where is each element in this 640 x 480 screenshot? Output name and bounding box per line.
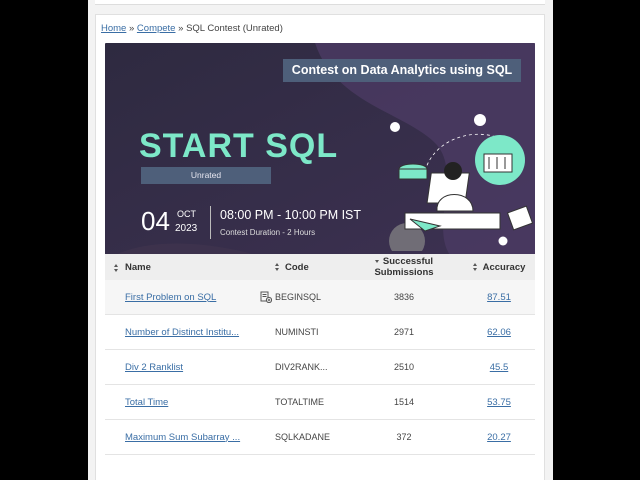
- sort-icon: [472, 262, 478, 271]
- contest-year: 2023: [175, 223, 198, 234]
- banner-headline: START SQL: [139, 127, 339, 165]
- breadcrumb-separator: »: [128, 23, 135, 34]
- breadcrumb-current: SQL Contest (Unrated): [186, 23, 283, 34]
- previous-panel-edge: [95, 0, 545, 5]
- accuracy-link[interactable]: 53.75: [487, 397, 511, 408]
- successful-submissions: 372: [396, 432, 412, 442]
- successful-submissions: 2510: [393, 362, 415, 372]
- accuracy-link[interactable]: 20.27: [487, 432, 511, 443]
- unrated-badge: Unrated: [141, 167, 271, 184]
- breadcrumb-compete-link[interactable]: Compete: [137, 23, 176, 34]
- problem-link[interactable]: Maximum Sum Subarray ...: [125, 432, 240, 443]
- contest-banner: Contest on Data Analytics using SQL STAR…: [105, 43, 535, 261]
- column-header-submissions[interactable]: Successful Submissions: [345, 256, 463, 278]
- browser-viewport: Home » Compete » SQL Contest (Unrated) C…: [88, 0, 553, 480]
- date-divider: [210, 206, 211, 239]
- problem-code: SQLKADANE: [275, 432, 331, 442]
- sort-icon: [114, 263, 119, 272]
- problem-code: NUMINSTI: [275, 327, 319, 337]
- successful-submissions: 2971: [393, 327, 415, 337]
- problem-link[interactable]: Div 2 Ranklist: [125, 362, 183, 373]
- column-header-accuracy[interactable]: Accuracy: [463, 262, 535, 273]
- accuracy-link[interactable]: 87.51: [487, 292, 511, 303]
- table-row: Maximum Sum Subarray ... SQLKADANE 372 2…: [105, 420, 535, 455]
- accuracy-link[interactable]: 45.5: [490, 362, 509, 373]
- table-row: Total Time TOTALTIME 1514 53.75: [105, 385, 535, 420]
- add-to-list-icon[interactable]: [260, 291, 275, 304]
- problem-code: DIV2RANK...: [275, 362, 328, 372]
- problem-link[interactable]: Number of Distinct Institu...: [125, 327, 239, 338]
- successful-submissions: 1514: [393, 397, 415, 407]
- contest-day: 04: [141, 206, 170, 236]
- table-header: Name Code Successful Submissions Accurac…: [105, 254, 535, 280]
- table-row: Div 2 Ranklist DIV2RANK... 2510 45.5: [105, 350, 535, 385]
- table-row: Number of Distinct Institu... NUMINSTI 2…: [105, 315, 535, 350]
- successful-submissions: 3836: [393, 292, 415, 302]
- breadcrumb-separator: »: [178, 23, 184, 34]
- problem-link[interactable]: Total Time: [125, 397, 168, 408]
- contest-month: OCT: [177, 209, 196, 219]
- contest-duration: Contest Duration - 2 Hours: [220, 228, 316, 237]
- column-header-code[interactable]: Code: [275, 262, 345, 273]
- accuracy-link[interactable]: 62.06: [487, 327, 511, 338]
- table-row: First Problem on SQL BEGINSQL 3836 87.51: [105, 280, 535, 315]
- problem-code: BEGINSQL: [275, 292, 322, 302]
- sort-desc-icon: [374, 259, 379, 263]
- sort-icon: [275, 262, 280, 271]
- breadcrumb-home-link[interactable]: Home: [101, 23, 126, 34]
- banner-title: Contest on Data Analytics using SQL: [283, 59, 521, 82]
- problems-table: Name Code Successful Submissions Accurac…: [105, 254, 535, 455]
- contest-time: 08:00 PM - 10:00 PM IST: [220, 208, 362, 222]
- breadcrumb: Home » Compete » SQL Contest (Unrated): [101, 23, 283, 34]
- problem-code: TOTALTIME: [275, 397, 325, 407]
- programmer-illustration: [389, 114, 534, 251]
- problem-link[interactable]: First Problem on SQL: [125, 292, 216, 303]
- column-header-name[interactable]: Name: [105, 262, 260, 273]
